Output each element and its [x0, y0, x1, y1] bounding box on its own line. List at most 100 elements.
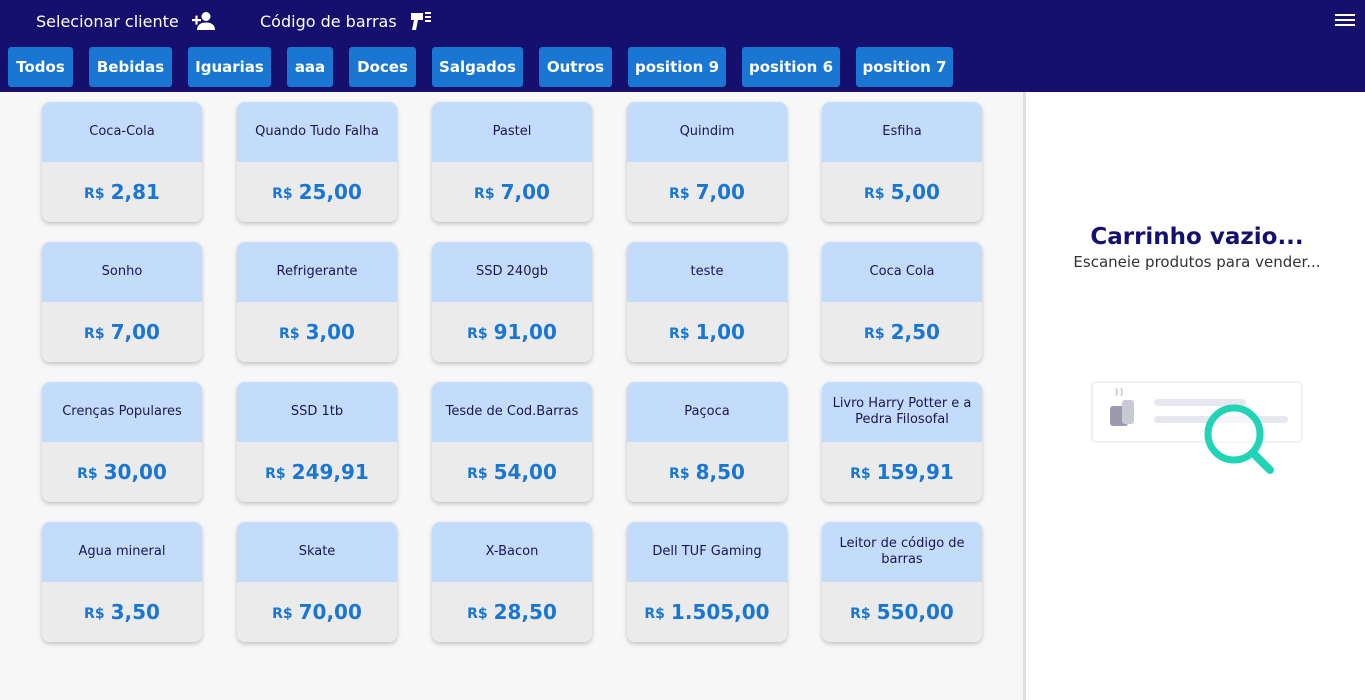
- category-tab-8[interactable]: position 9: [628, 47, 726, 87]
- price-value: 70,00: [298, 600, 362, 624]
- category-tab-3[interactable]: Iguarias: [188, 47, 271, 87]
- price-value: 91,00: [493, 320, 557, 344]
- product-price: R$ 8,50: [627, 442, 787, 502]
- price-value: 25,00: [298, 180, 362, 204]
- product-name: Skate: [237, 522, 397, 582]
- currency-symbol: R$: [84, 185, 105, 202]
- product-price: R$ 70,00: [237, 582, 397, 642]
- product-price: R$ 159,91: [822, 442, 982, 502]
- price-value: 30,00: [103, 460, 167, 484]
- currency-symbol: R$: [84, 325, 105, 342]
- category-tab-1[interactable]: Todos: [8, 47, 73, 87]
- currency-symbol: R$: [467, 605, 488, 622]
- price-value: 2,81: [110, 180, 160, 204]
- currency-symbol: R$: [864, 325, 885, 342]
- product-card[interactable]: Tesde de Cod.Barras R$ 54,00: [432, 382, 592, 502]
- product-card[interactable]: Sonho R$ 7,00: [42, 242, 202, 362]
- currency-symbol: R$: [84, 605, 105, 622]
- product-name: Paçoca: [627, 382, 787, 442]
- product-name: Pastel: [432, 102, 592, 162]
- price-value: 1.505,00: [670, 600, 770, 624]
- product-card[interactable]: Livro Harry Potter e a Pedra Filosofal R$…: [822, 382, 982, 502]
- category-tab-5[interactable]: Doces: [349, 47, 416, 87]
- price-value: 7,00: [500, 180, 550, 204]
- product-price: R$ 28,50: [432, 582, 592, 642]
- select-client-label: Selecionar cliente: [36, 11, 179, 31]
- currency-symbol: R$: [669, 465, 690, 482]
- cart-panel: Carrinho vazio... Escaneie produtos para…: [1023, 92, 1365, 700]
- price-value: 249,91: [291, 460, 369, 484]
- product-card[interactable]: Agua mineral R$ 3,50: [42, 522, 202, 642]
- currency-symbol: R$: [669, 325, 690, 342]
- category-tab-4[interactable]: aaa: [287, 47, 333, 87]
- price-value: 2,50: [890, 320, 940, 344]
- currency-symbol: R$: [467, 465, 488, 482]
- product-name: SSD 1tb: [237, 382, 397, 442]
- product-price: R$ 2,50: [822, 302, 982, 362]
- product-price: R$ 249,91: [237, 442, 397, 502]
- product-card[interactable]: X-Bacon R$ 28,50: [432, 522, 592, 642]
- category-tab-7[interactable]: Outros: [539, 47, 612, 87]
- product-name: Esfiha: [822, 102, 982, 162]
- product-card[interactable]: SSD 1tb R$ 249,91: [237, 382, 397, 502]
- price-value: 1,00: [695, 320, 745, 344]
- category-tab-10[interactable]: position 7: [856, 47, 953, 87]
- product-price: R$ 7,00: [432, 162, 592, 222]
- hamburger-menu-icon[interactable]: [1335, 11, 1355, 31]
- empty-search-illustration: [1091, 381, 1303, 474]
- currency-symbol: R$: [474, 185, 495, 202]
- category-tab-6[interactable]: Salgados: [432, 47, 523, 87]
- category-bar: Todos Bebidas Iguarias aaa Doces Salgados Outr…: [0, 42, 1365, 92]
- product-name: Coca-Cola: [42, 102, 202, 162]
- product-name: SSD 240gb: [432, 242, 592, 302]
- price-value: 7,00: [695, 180, 745, 204]
- product-card[interactable]: Refrigerante R$ 3,00: [237, 242, 397, 362]
- product-name: Quindim: [627, 102, 787, 162]
- product-card[interactable]: Quindim R$ 7,00: [627, 102, 787, 222]
- currency-symbol: R$: [272, 185, 293, 202]
- price-value: 54,00: [493, 460, 557, 484]
- product-card[interactable]: Coca Cola R$ 2,50: [822, 242, 982, 362]
- category-tab-9[interactable]: position 6: [742, 47, 840, 87]
- currency-symbol: R$: [279, 325, 300, 342]
- product-card[interactable]: SSD 240gb R$ 91,00: [432, 242, 592, 362]
- product-card[interactable]: Quando Tudo Falha R$ 25,00: [237, 102, 397, 222]
- price-value: 3,00: [305, 320, 355, 344]
- product-name: Leitor de código de barras: [822, 522, 982, 582]
- product-card[interactable]: Coca-Cola R$ 2,81: [42, 102, 202, 222]
- cart-empty-title: Carrinho vazio...: [1090, 224, 1304, 250]
- product-card[interactable]: Dell TUF Gaming R$ 1.505,00: [627, 522, 787, 642]
- barcode-button[interactable]: Código de barras: [260, 0, 433, 42]
- product-price: R$ 1,00: [627, 302, 787, 362]
- product-card[interactable]: Crenças Populares R$ 30,00: [42, 382, 202, 502]
- price-value: 8,50: [695, 460, 745, 484]
- currency-symbol: R$: [850, 465, 871, 482]
- product-card[interactable]: teste R$ 1,00: [627, 242, 787, 362]
- price-value: 3,50: [110, 600, 160, 624]
- add-person-icon: [191, 12, 215, 30]
- select-client-button[interactable]: Selecionar cliente: [36, 0, 217, 42]
- product-name: Crenças Populares: [42, 382, 202, 442]
- product-price: R$ 54,00: [432, 442, 592, 502]
- product-name: Refrigerante: [237, 242, 397, 302]
- product-price: R$ 5,00: [822, 162, 982, 222]
- currency-symbol: R$: [864, 185, 885, 202]
- currency-symbol: R$: [272, 605, 293, 622]
- product-card[interactable]: Pastel R$ 7,00: [432, 102, 592, 222]
- currency-symbol: R$: [467, 325, 488, 342]
- product-price: R$ 30,00: [42, 442, 202, 502]
- product-card[interactable]: Esfiha R$ 5,00: [822, 102, 982, 222]
- price-value: 159,91: [876, 460, 954, 484]
- currency-symbol: R$: [265, 465, 286, 482]
- product-card[interactable]: Leitor de código de barras R$ 550,00: [822, 522, 982, 642]
- product-card[interactable]: Paçoca R$ 8,50: [627, 382, 787, 502]
- product-name: Coca Cola: [822, 242, 982, 302]
- product-card[interactable]: Skate R$ 70,00: [237, 522, 397, 642]
- product-price: R$ 550,00: [822, 582, 982, 642]
- barcode-scanner-icon: [410, 12, 431, 30]
- currency-symbol: R$: [669, 185, 690, 202]
- category-tab-2[interactable]: Bebidas: [89, 47, 172, 87]
- price-value: 550,00: [876, 600, 954, 624]
- top-bar: Selecionar cliente Código de barras: [0, 0, 1365, 42]
- product-price: R$ 1.505,00: [627, 582, 787, 642]
